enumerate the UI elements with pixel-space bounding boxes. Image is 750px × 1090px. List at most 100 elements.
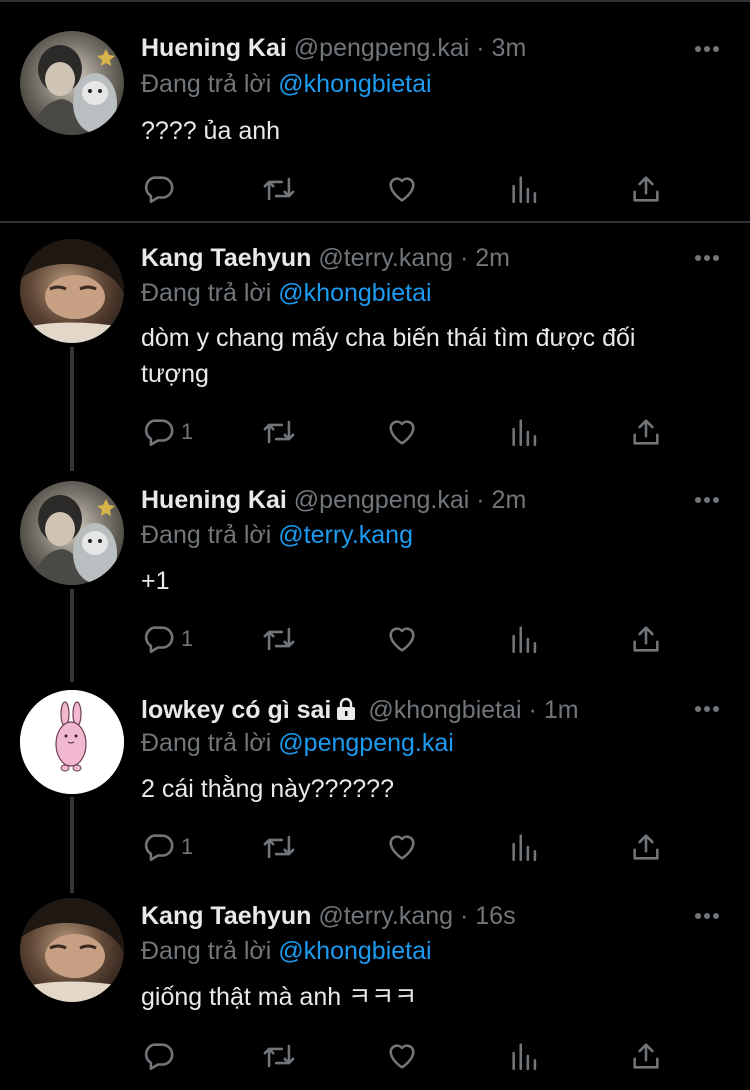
mention-link[interactable]: @khongbietai	[278, 279, 431, 307]
reply-bubble-icon	[144, 176, 174, 204]
views-button[interactable]	[508, 622, 542, 656]
avatar[interactable]	[20, 481, 124, 585]
avatar[interactable]	[20, 31, 124, 135]
like-button[interactable]	[385, 830, 419, 864]
reply-count: 1	[181, 419, 194, 444]
action-bar: 1	[141, 830, 681, 864]
reply-button[interactable]: 1	[141, 415, 193, 449]
display-name[interactable]: Huening Kai	[141, 486, 287, 514]
tweet-divider	[0, 221, 750, 223]
mention-link[interactable]: @terry.kang	[278, 521, 413, 549]
replying-to: Đang trả lời @khongbietai	[141, 934, 432, 968]
tweet-header: Huening Kai @pengpeng.kai · 2m	[141, 483, 720, 517]
heart-icon	[389, 627, 415, 652]
retweet-icon	[263, 177, 295, 201]
separator-dot: ·	[476, 486, 485, 514]
username[interactable]: @terry.kang	[318, 244, 453, 272]
avatar[interactable]	[20, 239, 124, 343]
tweet-header: Huening Kai @pengpeng.kai · 3m	[141, 31, 720, 65]
tweet-text: dòm y chang mấy cha biến thái tìm được đ…	[141, 324, 636, 388]
username[interactable]: @khongbietai	[368, 696, 521, 724]
share-button[interactable]	[629, 172, 663, 206]
reply-button[interactable]: 1	[141, 622, 193, 656]
reply-button[interactable]	[141, 1039, 181, 1073]
more-dots-icon[interactable]	[694, 45, 720, 53]
retweet-icon	[263, 1044, 295, 1068]
separator-dot: ·	[528, 696, 537, 724]
thread-connector	[70, 347, 74, 471]
separator-dot: ·	[459, 902, 469, 930]
timestamp[interactable]: 2m	[475, 244, 510, 272]
more-dots-icon[interactable]	[694, 705, 720, 713]
replying-to: Đang trả lời @terry.kang	[141, 518, 413, 552]
share-upload-icon	[633, 176, 659, 202]
retweet-button[interactable]	[260, 1039, 298, 1073]
heart-icon	[389, 1044, 415, 1069]
views-button[interactable]	[508, 172, 542, 206]
share-button[interactable]	[629, 1039, 663, 1073]
avatar[interactable]	[20, 690, 124, 794]
like-button[interactable]	[385, 1039, 419, 1073]
share-upload-icon	[633, 1043, 659, 1069]
tweet-text: ???? ủa anh	[141, 117, 281, 145]
username[interactable]: @pengpeng.kai	[294, 34, 470, 62]
heart-icon	[389, 420, 415, 445]
username[interactable]: @pengpeng.kai	[294, 486, 470, 514]
timestamp[interactable]: 1m	[544, 696, 579, 724]
replying-to-label: Đang trả lời	[141, 521, 272, 549]
heart-icon	[389, 177, 415, 202]
retweet-button[interactable]	[260, 830, 298, 864]
retweet-button[interactable]	[260, 172, 298, 206]
mention-link[interactable]: @pengpeng.kai	[278, 729, 454, 757]
avatar[interactable]	[20, 898, 124, 1002]
reply-button[interactable]	[141, 172, 181, 206]
display-name[interactable]: Kang Taehyun	[141, 244, 311, 272]
reply-count: 1	[181, 834, 194, 859]
replying-to-label: Đang trả lời	[141, 937, 272, 965]
views-button[interactable]	[508, 415, 542, 449]
display-name[interactable]: Huening Kai	[141, 34, 287, 62]
more-dots-icon[interactable]	[694, 254, 720, 262]
display-name[interactable]: lowkey có gì sai	[141, 696, 331, 724]
retweet-button[interactable]	[260, 415, 298, 449]
tweet-header: lowkey có gì sai @khongbietai · 1m	[141, 693, 720, 727]
timestamp[interactable]: 16s	[475, 902, 515, 930]
replying-to: Đang trả lời @khongbietai	[141, 67, 432, 101]
like-button[interactable]	[385, 622, 419, 656]
retweet-icon	[263, 420, 295, 444]
display-name[interactable]: Kang Taehyun	[141, 902, 311, 930]
separator-dot: ·	[459, 244, 469, 272]
bar-chart-icon	[512, 626, 537, 654]
tweet-text: +1	[141, 567, 170, 595]
timestamp[interactable]: 3m	[492, 34, 527, 62]
action-bar	[141, 1039, 681, 1073]
more-dots-icon[interactable]	[694, 912, 720, 920]
views-button[interactable]	[508, 830, 542, 864]
action-bar: 1	[141, 622, 681, 656]
share-upload-icon	[633, 834, 659, 860]
replying-to: Đang trả lời @khongbietai	[141, 276, 432, 310]
share-button[interactable]	[629, 415, 663, 449]
reply-count: 1	[181, 626, 194, 651]
thread-connector	[70, 589, 74, 682]
tweet-text: 2 cái thằng này??????	[141, 775, 394, 803]
lock-icon	[337, 697, 356, 720]
mention-link[interactable]: @khongbietai	[278, 937, 431, 965]
replying-to: Đang trả lời @pengpeng.kai	[141, 726, 454, 760]
like-button[interactable]	[385, 415, 419, 449]
retweet-button[interactable]	[260, 622, 298, 656]
like-button[interactable]	[385, 172, 419, 206]
views-button[interactable]	[508, 1039, 542, 1073]
tweet-header: Kang Taehyun @terry.kang · 2m	[141, 241, 720, 275]
mention-link[interactable]: @khongbietai	[278, 70, 431, 98]
username[interactable]: @terry.kang	[318, 902, 453, 930]
share-button[interactable]	[629, 622, 663, 656]
tweet-header: Kang Taehyun @terry.kang · 16s	[141, 899, 720, 933]
timestamp[interactable]: 2m	[492, 486, 527, 514]
share-upload-icon	[633, 626, 659, 652]
more-dots-icon[interactable]	[694, 496, 720, 504]
reply-button[interactable]: 1	[141, 830, 193, 864]
reply-bubble-icon	[144, 419, 174, 447]
reply-bubble-icon	[144, 1043, 174, 1071]
share-button[interactable]	[629, 830, 663, 864]
